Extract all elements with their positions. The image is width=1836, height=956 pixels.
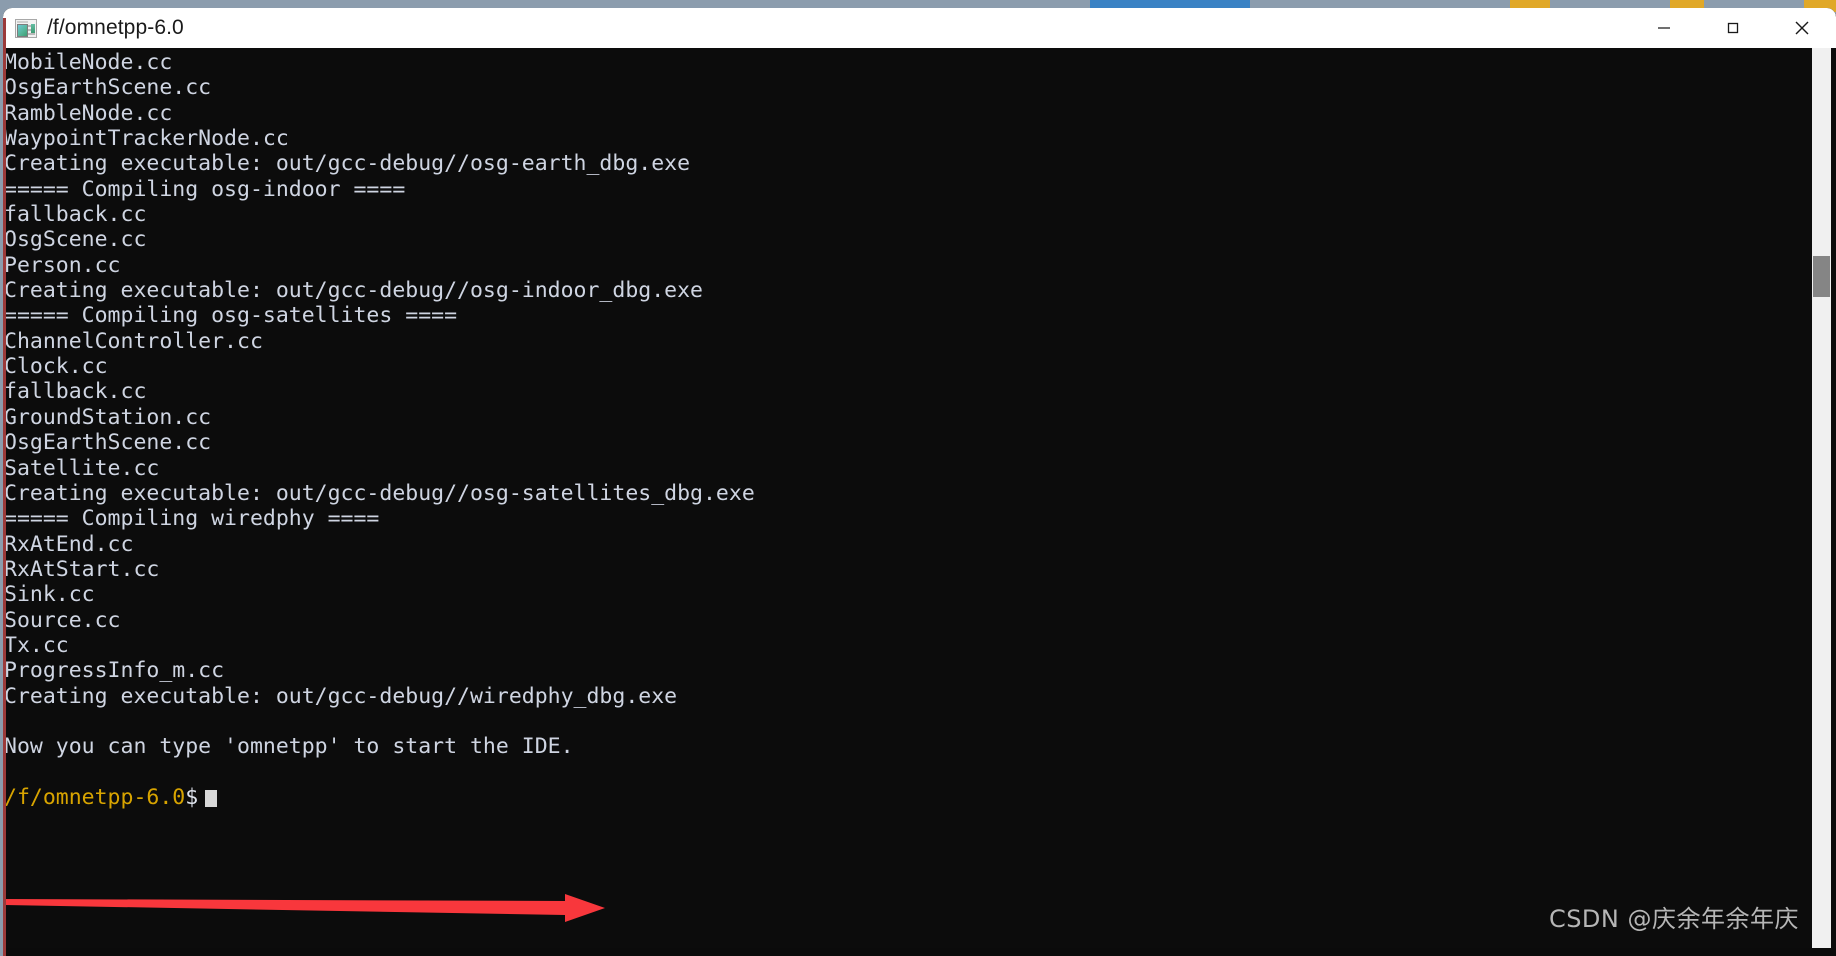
close-icon: [1791, 17, 1813, 39]
terminal-line: fallback.cc: [4, 202, 147, 228]
icon-strip-3: [28, 32, 35, 35]
terminal-line: Satellite.cc: [4, 455, 160, 481]
terminal-line: ===== Compiling wiredphy ====: [4, 506, 380, 532]
scrollbar-thumb[interactable]: [1813, 256, 1830, 297]
icon-tab-bar: [17, 20, 28, 23]
text-cursor: [205, 789, 218, 807]
terminal-line: Tx.cc: [4, 632, 69, 658]
terminal-prompt-line[interactable]: /f/omnetpp-6.0$: [4, 785, 755, 810]
watermark-text: CSDN @庆余年余年庆: [1548, 905, 1799, 933]
maximize-button[interactable]: [1698, 8, 1767, 48]
terminal-line: ProgressInfo_m.cc: [4, 658, 225, 684]
terminal-line: Creating executable: out/gcc-debug//wire…: [4, 683, 678, 709]
terminal-line: Creating executable: out/gcc-debug//osg-…: [4, 480, 755, 506]
terminal-window-icon: [15, 18, 37, 38]
terminal-line: ===== Compiling osg-satellites ====: [4, 303, 458, 329]
vertical-scrollbar[interactable]: [1812, 48, 1831, 948]
terminal-line: ChannelController.cc: [4, 328, 263, 354]
title-bar-left-group: /f/omnetpp-6.0: [3, 16, 1629, 40]
terminal-line: RambleNode.cc: [4, 100, 173, 126]
minimize-icon: [1654, 18, 1674, 38]
terminal-line: Clock.cc: [4, 354, 108, 380]
terminal-text: MobileNode.cc OsgEarthScene.cc RambleNode.…: [3, 48, 755, 810]
icon-side-pane: [31, 23, 35, 33]
maximize-icon: [1723, 18, 1743, 38]
terminal-line: Now you can type 'omnetpp' to start the …: [4, 734, 574, 760]
terminal-line: RxAtStart.cc: [4, 556, 160, 582]
terminal-line: OsgEarthScene.cc: [4, 430, 212, 456]
prompt-symbol: $: [185, 784, 199, 810]
prompt-path: /f/omnetpp-6.0: [4, 784, 186, 810]
terminal-line: GroundStation.cc: [4, 404, 212, 430]
window-left-edge: [3, 18, 6, 956]
terminal-window: /f/omnetpp-6.0 MobileNode.cc OsgEarthSce…: [3, 8, 1836, 956]
terminal-line: MobileNode.cc: [4, 50, 173, 75]
terminal-line: Person.cc: [4, 252, 121, 278]
terminal-line: WaypointTrackerNode.cc: [4, 126, 289, 152]
window-controls: [1629, 8, 1836, 48]
terminal-line: fallback.cc: [4, 379, 147, 405]
terminal-line: Source.cc: [4, 607, 121, 633]
terminal-output-area[interactable]: MobileNode.cc OsgEarthScene.cc RambleNode.…: [3, 48, 1836, 948]
window-title-bar[interactable]: /f/omnetpp-6.0: [3, 8, 1836, 48]
terminal-line: OsgEarthScene.cc: [4, 75, 212, 101]
icon-main-pane: [17, 23, 28, 37]
minimize-button[interactable]: [1629, 8, 1698, 48]
terminal-line: Creating executable: out/gcc-debug//osg-…: [4, 278, 703, 304]
terminal-line: ===== Compiling osg-indoor ====: [4, 176, 406, 202]
terminal-line: Creating executable: out/gcc-debug//osg-…: [4, 151, 691, 177]
close-button[interactable]: [1767, 8, 1836, 48]
terminal-line: RxAtEnd.cc: [4, 531, 134, 557]
window-title-text: /f/omnetpp-6.0: [47, 16, 184, 39]
terminal-line: OsgScene.cc: [4, 227, 147, 253]
terminal-line: Sink.cc: [4, 582, 95, 608]
